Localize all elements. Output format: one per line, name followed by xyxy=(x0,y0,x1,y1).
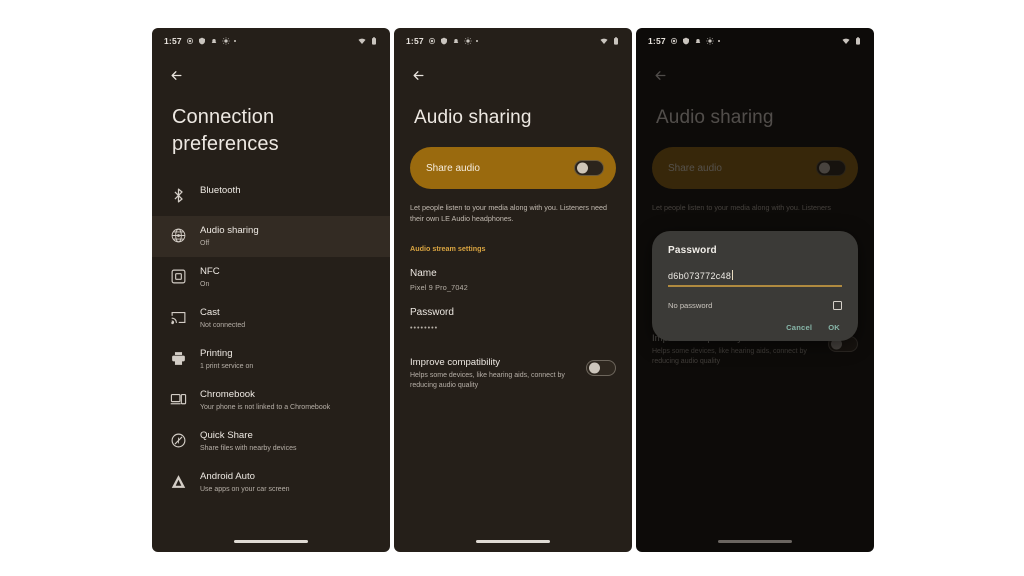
list-item-sublabel: Your phone is not linked to a Chromebook xyxy=(200,404,331,411)
battery-icon xyxy=(370,37,378,45)
vpn-key-icon xyxy=(440,37,448,45)
list-item-sublabel: Not connected xyxy=(200,322,246,329)
status-bar-clock: 1:57 xyxy=(164,36,182,46)
field-name[interactable]: Name Pixel 9 Pro_7042 xyxy=(410,267,616,292)
notifications-silenced-icon xyxy=(210,37,218,45)
brightness-icon xyxy=(222,37,230,45)
bluetooth-icon xyxy=(170,187,187,204)
notifications-silenced-icon xyxy=(452,37,460,45)
gesture-bar[interactable] xyxy=(718,540,792,543)
battery-icon xyxy=(612,37,620,45)
list-item-text: Printing 1 print service on xyxy=(200,348,253,371)
toggle-knob xyxy=(589,362,600,374)
list-item-sublabel: 1 print service on xyxy=(200,363,254,370)
quick-share-icon xyxy=(170,432,187,449)
list-item-printing[interactable]: Printing 1 print service on xyxy=(152,339,390,380)
improve-compatibility-text: Improve compatibility Helps some devices… xyxy=(410,356,576,391)
field-password-value: •••••••• xyxy=(410,323,439,332)
list-item-sublabel: Off xyxy=(200,240,210,247)
list-item-label: Cast xyxy=(200,307,220,318)
share-audio-card[interactable]: Share audio xyxy=(410,147,616,189)
list-item-label: Quick Share xyxy=(200,430,253,441)
wifi-icon xyxy=(358,37,366,45)
wifi-icon xyxy=(600,37,608,45)
status-bar: 1:57 xyxy=(394,28,632,54)
list-item-label: Printing xyxy=(200,348,233,359)
list-item-bluetooth[interactable]: Bluetooth xyxy=(152,176,390,216)
list-item-text: NFC On xyxy=(200,266,220,289)
gesture-bar[interactable] xyxy=(234,540,308,543)
list-item-text: Cast Not connected xyxy=(200,307,245,330)
list-item-text: Bluetooth xyxy=(200,185,241,197)
dialog-scrim xyxy=(636,28,874,552)
list-item-cast[interactable]: Cast Not connected xyxy=(152,298,390,339)
location-icon xyxy=(428,37,436,45)
vpn-key-icon xyxy=(198,37,206,45)
improve-compatibility-row[interactable]: Improve compatibility Helps some devices… xyxy=(410,356,616,391)
status-bar-right xyxy=(358,37,378,45)
list-item-android-auto[interactable]: Android Auto Use apps on your car screen xyxy=(152,462,390,503)
page-title: Audio sharing xyxy=(414,107,532,128)
status-bar-clock: 1:57 xyxy=(406,36,424,46)
list-item-quick-share[interactable]: Quick Share Share files with nearby devi… xyxy=(152,421,390,462)
section-header-audio-stream-settings: Audio stream settings xyxy=(410,244,486,253)
status-bar-left: 1:57 xyxy=(164,36,237,46)
list-item-text: Audio sharing Off xyxy=(200,225,259,248)
improve-compatibility-toggle[interactable] xyxy=(586,360,616,376)
brightness-icon xyxy=(464,37,472,45)
gesture-bar[interactable] xyxy=(476,540,550,543)
list-item-label: Audio sharing xyxy=(200,225,259,236)
back-arrow-icon[interactable] xyxy=(166,65,186,85)
field-password-label: Password xyxy=(410,307,454,318)
status-bar-right xyxy=(600,37,620,45)
dot-icon xyxy=(233,39,237,43)
list-item-text: Quick Share Share files with nearby devi… xyxy=(200,430,297,453)
list-item-sublabel: Use apps on your car screen xyxy=(200,486,290,493)
list-item-label: NFC xyxy=(200,266,220,277)
improve-compatibility-sublabel: Helps some devices, like hearing aids, c… xyxy=(410,372,565,389)
list-item-sublabel: Share files with nearby devices xyxy=(200,445,297,452)
app-bar xyxy=(152,54,390,96)
status-bar: 1:57 xyxy=(152,28,390,54)
toggle-knob xyxy=(577,162,588,174)
status-bar-left: 1:57 xyxy=(406,36,479,46)
phone-screen-password-dialog: 1:57 Audio sharing Share audio Let peopl… xyxy=(636,28,874,552)
screenshot-stage: 1:57 Connection preferences Bluetooth Au… xyxy=(0,0,1024,576)
list-item-audio-sharing[interactable]: Audio sharing Off xyxy=(152,216,390,257)
list-item-chromebook[interactable]: Chromebook Your phone is not linked to a… xyxy=(152,380,390,421)
printer-icon xyxy=(170,350,187,367)
location-icon xyxy=(186,37,194,45)
cast-icon xyxy=(170,309,187,326)
field-name-label: Name xyxy=(410,268,437,279)
share-audio-label: Share audio xyxy=(426,162,480,174)
settings-list: Bluetooth Audio sharing Off NFC On Cast … xyxy=(152,176,390,503)
list-item-nfc[interactable]: NFC On xyxy=(152,257,390,298)
audio-sharing-icon xyxy=(170,227,187,244)
share-audio-toggle[interactable] xyxy=(574,160,604,176)
improve-compatibility-label: Improve compatibility xyxy=(410,357,501,368)
field-name-value: Pixel 9 Pro_7042 xyxy=(410,283,468,292)
chromebook-icon xyxy=(170,391,187,408)
list-item-sublabel: On xyxy=(200,281,210,288)
list-item-text: Chromebook Your phone is not linked to a… xyxy=(200,389,330,412)
list-item-text: Android Auto Use apps on your car screen xyxy=(200,471,290,494)
android-auto-icon xyxy=(170,473,187,490)
phone-screen-connection-preferences: 1:57 Connection preferences Bluetooth Au… xyxy=(152,28,390,552)
phone-screen-audio-sharing: 1:57 Audio sharing Share audio Let peopl… xyxy=(394,28,632,552)
list-item-label: Android Auto xyxy=(200,471,255,482)
share-audio-description: Let people listen to your media along wi… xyxy=(410,203,607,223)
back-arrow-icon[interactable] xyxy=(408,65,428,85)
field-password[interactable]: Password •••••••• xyxy=(410,306,616,332)
page-title: Connection preferences xyxy=(172,106,279,155)
list-item-label: Bluetooth xyxy=(200,185,241,196)
list-item-label: Chromebook xyxy=(200,389,255,400)
app-bar xyxy=(394,54,632,96)
nfc-icon xyxy=(170,268,187,285)
dot-icon xyxy=(475,39,479,43)
